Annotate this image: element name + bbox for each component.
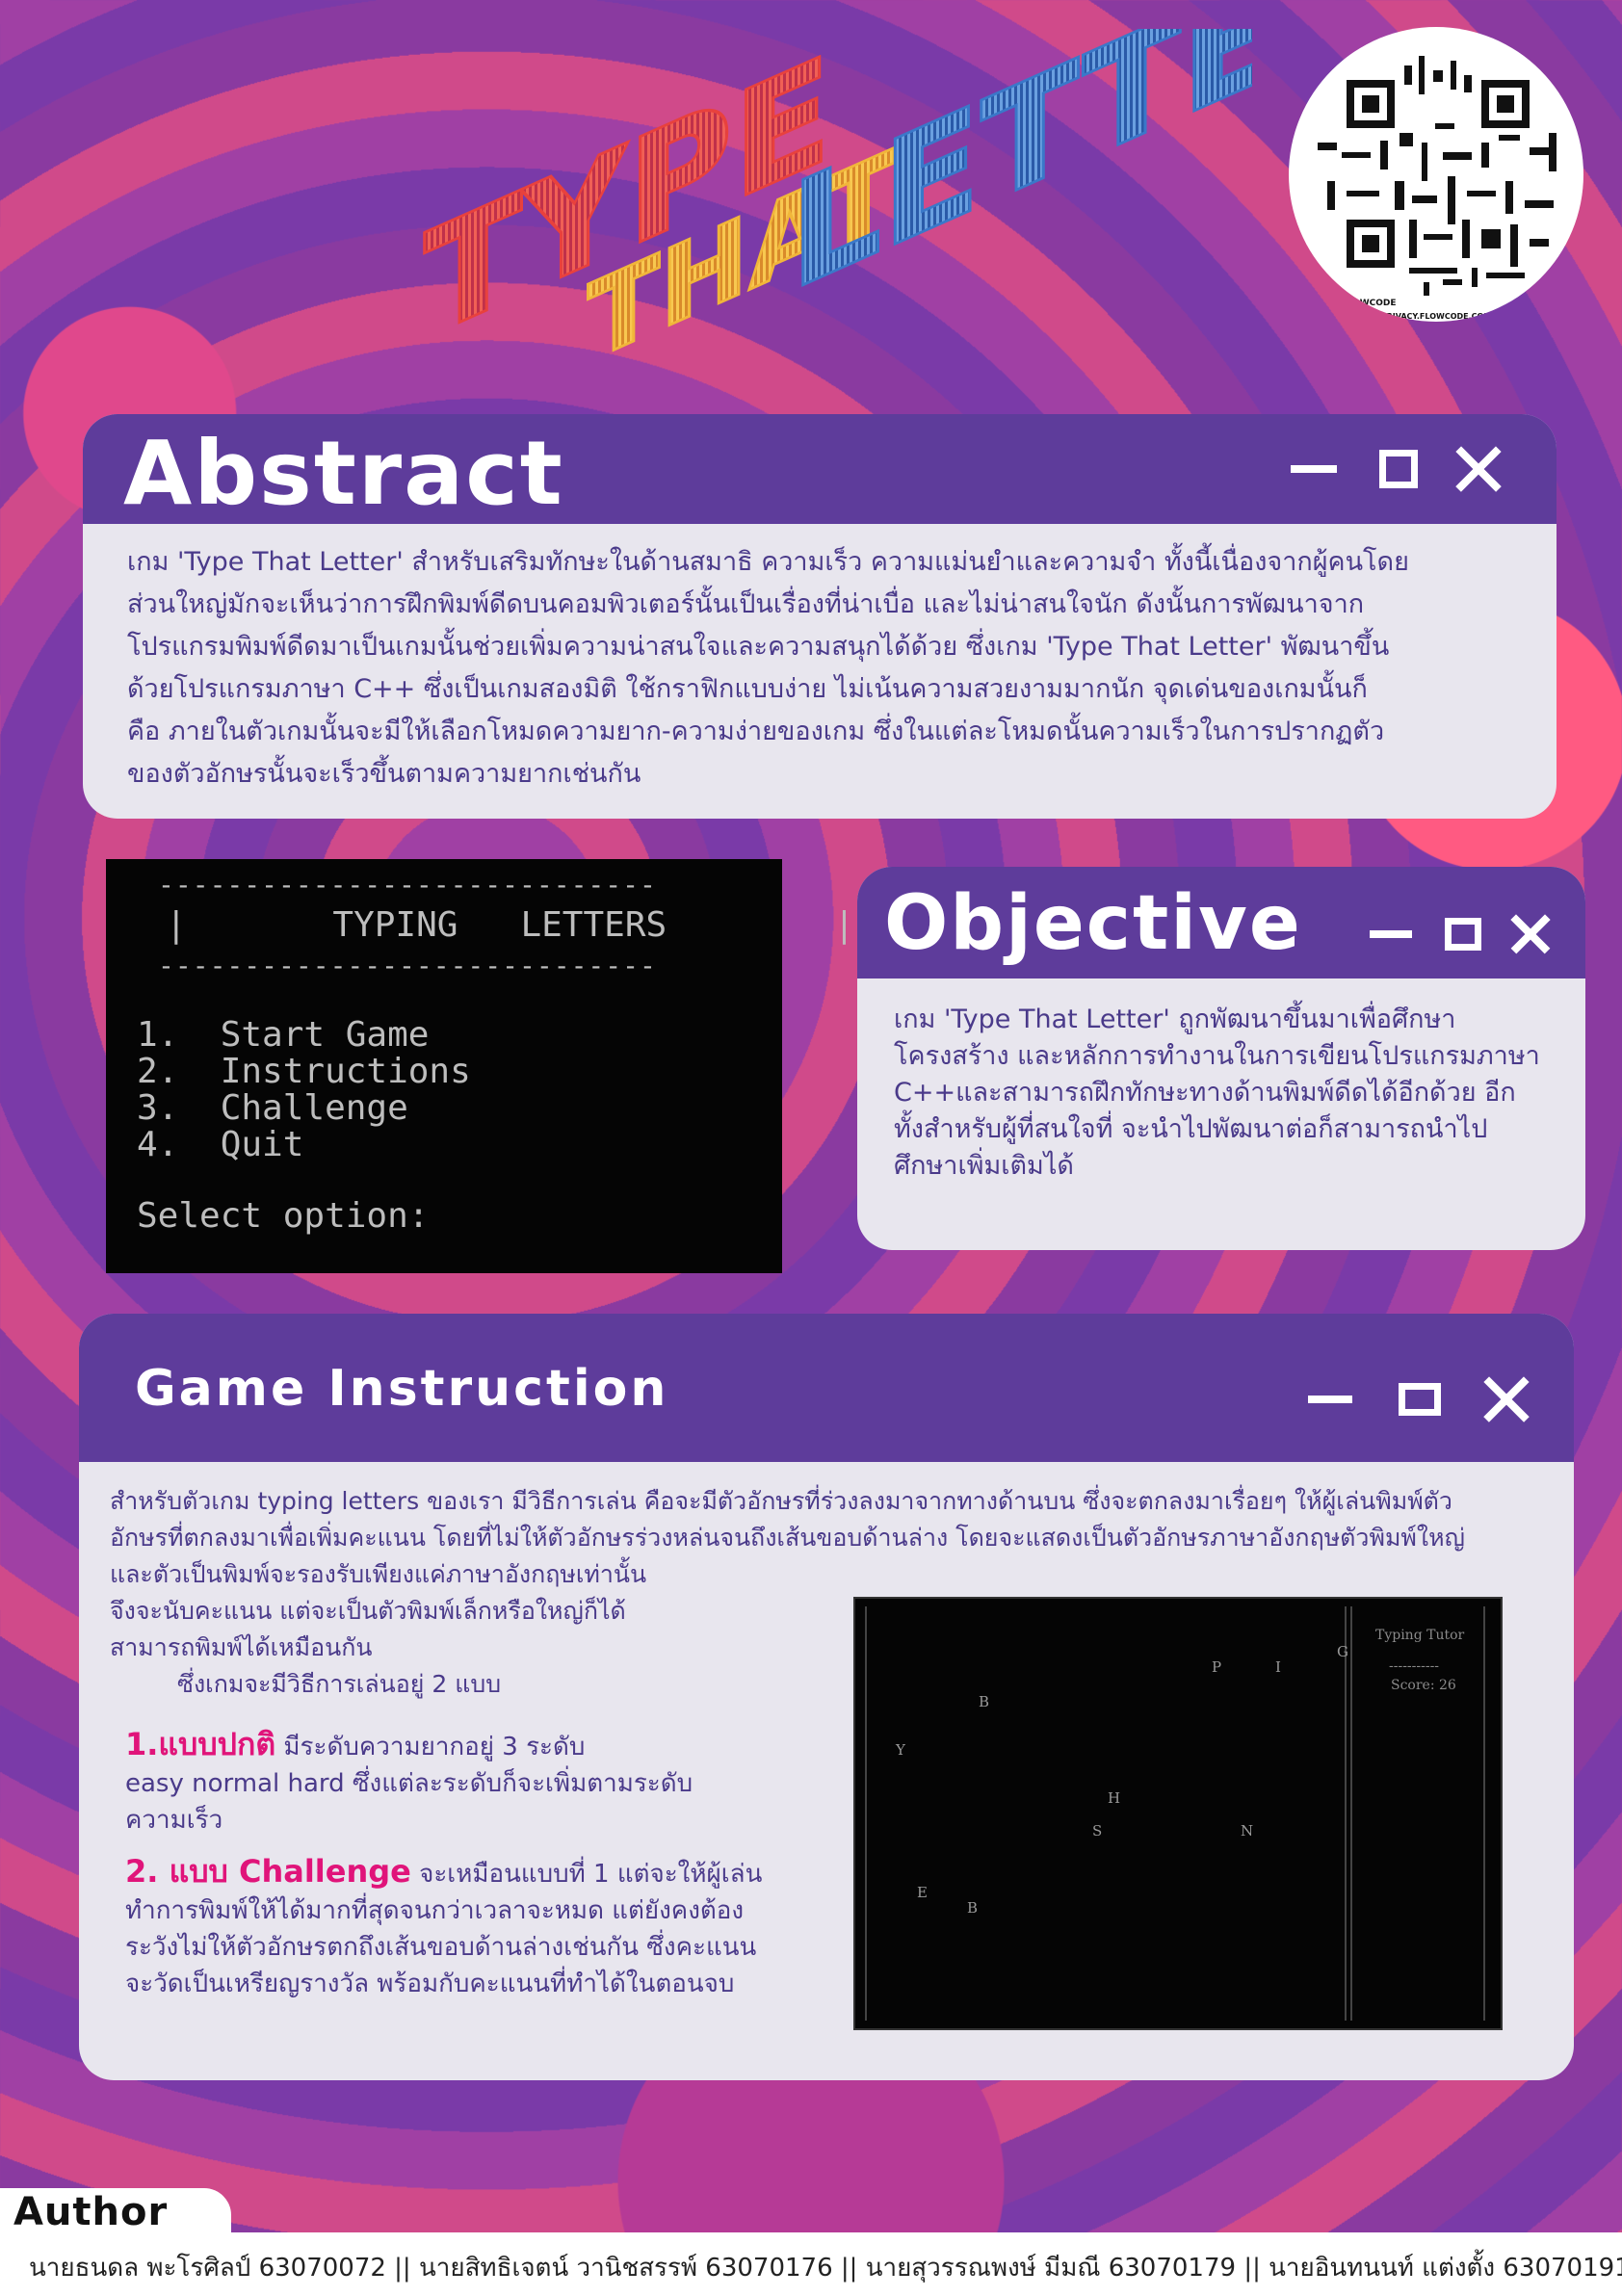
qr-flowcode-label: FLOWCODE bbox=[1341, 299, 1397, 308]
sidebar-rule: ----------- bbox=[1389, 1658, 1440, 1674]
objective-body: เกม 'Type That Letter' ถูกพัฒนาขึ้นมาเพื… bbox=[894, 1002, 1560, 1185]
falling-letter: I bbox=[1275, 1658, 1281, 1676]
menu-terminal-screenshot: ----------------------------- | TYPING L… bbox=[106, 859, 854, 1273]
game-terminal-screenshot: P I G B Y H S N E B Typing Tutor -------… bbox=[853, 1597, 1503, 2030]
maximize-icon[interactable] bbox=[1379, 450, 1418, 488]
abstract-body: เกม 'Type That Letter' สำหรับเสริมทักษะใ… bbox=[127, 541, 1518, 796]
abstract-line: ส่วนใหญ่มักจะเห็นว่าการฝึกพิมพ์ดีดบนคอมพ… bbox=[127, 589, 1365, 619]
window-controls bbox=[1370, 917, 1547, 952]
falling-letter: N bbox=[1241, 1822, 1254, 1839]
terminal-title: | TYPING LETTERS | bbox=[166, 905, 855, 945]
qr-code-icon bbox=[1318, 56, 1557, 296]
abstract-line: ด้วยโปรแกรมภาษา C++ ซึ่งเป็นเกมสองมิติ ใ… bbox=[127, 674, 1368, 704]
maximize-icon[interactable] bbox=[1399, 1383, 1441, 1416]
window-controls bbox=[1291, 445, 1497, 493]
falling-letter: S bbox=[1092, 1822, 1103, 1839]
instruction-line: และตัวเป็นพิมพ์จะรองรับเพียงแค่ภาษาอังกฤ… bbox=[110, 1560, 647, 1588]
objective-line: โครงสร้าง และหลักการทำงานในการเขียนโปรแก… bbox=[894, 1041, 1540, 1071]
menu-item-quit: 4. Quit bbox=[137, 1125, 304, 1164]
close-icon[interactable] bbox=[1460, 449, 1497, 489]
mode-challenge-line: ระวังไม่ให้ตัวอักษรตกถึงเส้นขอบด้านล่างเ… bbox=[125, 1933, 757, 1962]
objective-line: เกม 'Type That Letter' ถูกพัฒนาขึ้นมาเพื… bbox=[894, 1004, 1456, 1034]
terminal-rule-top: ----------------------------- bbox=[158, 869, 657, 900]
mode-challenge-line: จะวัดเป็นเหรียญรางวัล พร้อมกับคะแนนที่ทำ… bbox=[125, 1970, 735, 1998]
falling-letter: B bbox=[979, 1693, 990, 1710]
abstract-line: เกม 'Type That Letter' สำหรับเสริมทักษะใ… bbox=[127, 547, 1409, 577]
menu-item-start-game: 1. Start Game bbox=[137, 1015, 430, 1055]
close-icon[interactable] bbox=[1514, 917, 1547, 952]
playfield-right-border bbox=[1345, 1606, 1347, 2021]
minimize-icon[interactable] bbox=[1370, 920, 1412, 949]
maximize-icon[interactable] bbox=[1445, 918, 1481, 951]
minimize-icon[interactable] bbox=[1291, 445, 1337, 493]
instruction-line: สำหรับตัวเกม typing letters ของเรา มีวิธ… bbox=[110, 1487, 1452, 1515]
mode-normal-line: easy normal hard ซึ่งแต่ละระดับก็จะเพิ่ม… bbox=[125, 1769, 693, 1798]
author-tab: Author bbox=[0, 2188, 231, 2238]
abstract-line: ของตัวอักษรนั้นจะเร็วขึ้นตามความยากเช่นก… bbox=[127, 759, 641, 789]
objective-line: ทั้งสำหรับผู้ที่สนใจที่ จะนำไปพัฒนาต่อก็… bbox=[894, 1114, 1488, 1144]
falling-letter: G bbox=[1337, 1643, 1348, 1660]
mode-challenge-heading: 2. แบบ Challenge bbox=[125, 1853, 411, 1890]
title-letters: LETTERS bbox=[790, 29, 1252, 326]
mode-challenge-line: จะเหมือนแบบที่ 1 แต่จะให้ผู้เล่น bbox=[410, 1860, 763, 1889]
abstract-line: โปรแกรมพิมพ์ดีดมาเป็นเกมนั้นช่วยเพิ่มควา… bbox=[127, 632, 1390, 662]
instruction-line: อักษรที่ตกลงมาเพื่อเพิ่มคะแนน โดยที่ไม่ใ… bbox=[110, 1524, 1465, 1552]
sidebar-left-border bbox=[1350, 1606, 1352, 2021]
sidebar-title: Typing Tutor bbox=[1375, 1628, 1465, 1643]
falling-letter: E bbox=[917, 1884, 928, 1901]
abstract-line: คือ ภายในตัวเกมนั้นจะมีให้เลือกโหมดความย… bbox=[127, 717, 1385, 746]
mode-challenge-line: ทำการพิมพ์ให้ได้มากที่สุดจนกว่าเวลาจะหมด… bbox=[125, 1896, 745, 1925]
objective-titlebar: Objective bbox=[857, 867, 1585, 978]
terminal-prompt: Select option: bbox=[137, 1196, 430, 1236]
objective-window: Objective เกม 'Type That Letter' ถูกพัฒน… bbox=[857, 867, 1585, 1250]
falling-letter: P bbox=[1212, 1658, 1222, 1676]
abstract-title: Abstract bbox=[123, 422, 564, 525]
author-names: นายธนดล พะโรศิลป์ 63070072 || นายสิทธิเจ… bbox=[29, 2254, 1622, 2283]
window-controls bbox=[1308, 1379, 1526, 1420]
qr-privacy-label: PRIVACY.FLOWCODE.COM bbox=[1380, 312, 1492, 321]
minimize-icon[interactable] bbox=[1308, 1385, 1352, 1414]
objective-line: C++และสามารถฝึกทักษะทางด้านพิมพ์ดีดได้อี… bbox=[894, 1078, 1516, 1108]
objective-title: Objective bbox=[884, 880, 1302, 967]
menu-item-challenge: 3. Challenge bbox=[137, 1088, 408, 1128]
mode-challenge: 2. แบบ Challenge จะเหมือนแบบที่ 1 แต่จะใ… bbox=[125, 1853, 819, 2002]
sidebar-right-border bbox=[1483, 1606, 1485, 2021]
author-label: Author bbox=[13, 2190, 169, 2234]
score-readout: Score: 26 bbox=[1391, 1678, 1456, 1693]
falling-letter: Y bbox=[896, 1741, 905, 1759]
instruction-title: Game Instruction bbox=[135, 1360, 669, 1418]
mode-normal-line: ความเร็ว bbox=[125, 1806, 223, 1835]
abstract-window: Abstract เกม 'Type That Letter' สำหรับเส… bbox=[83, 414, 1557, 819]
mode-normal-line: มีระดับความยากอยู่ 3 ระดับ bbox=[275, 1733, 586, 1761]
playfield-left-border bbox=[865, 1606, 867, 2021]
title-art: TYPE THAT LETTERS bbox=[405, 0, 1497, 414]
author-bar: นายธนดล พะโรศิลป์ 63070072 || นายสิทธิเจ… bbox=[0, 2232, 1622, 2296]
objective-line: ศึกษาเพิ่มเติมได้ bbox=[894, 1151, 1074, 1181]
mode-normal-heading: 1.แบบปกติ bbox=[125, 1726, 276, 1762]
falling-letter: H bbox=[1108, 1789, 1121, 1807]
instruction-titlebar: Game Instruction bbox=[79, 1314, 1574, 1462]
terminal-rule-bottom: ----------------------------- bbox=[158, 950, 657, 981]
close-icon[interactable] bbox=[1487, 1379, 1526, 1420]
falling-letter: B bbox=[967, 1899, 979, 1917]
mode-normal: 1.แบบปกติ มีระดับความยากอยู่ 3 ระดับ eas… bbox=[125, 1726, 819, 1839]
title-svg: TYPE THAT LETTERS bbox=[423, 0, 1497, 389]
menu-item-instructions: 2. Instructions bbox=[137, 1052, 471, 1091]
qr-code[interactable]: FLOWCODE PRIVACY.FLOWCODE.COM bbox=[1289, 27, 1583, 322]
abstract-titlebar: Abstract bbox=[83, 414, 1557, 525]
